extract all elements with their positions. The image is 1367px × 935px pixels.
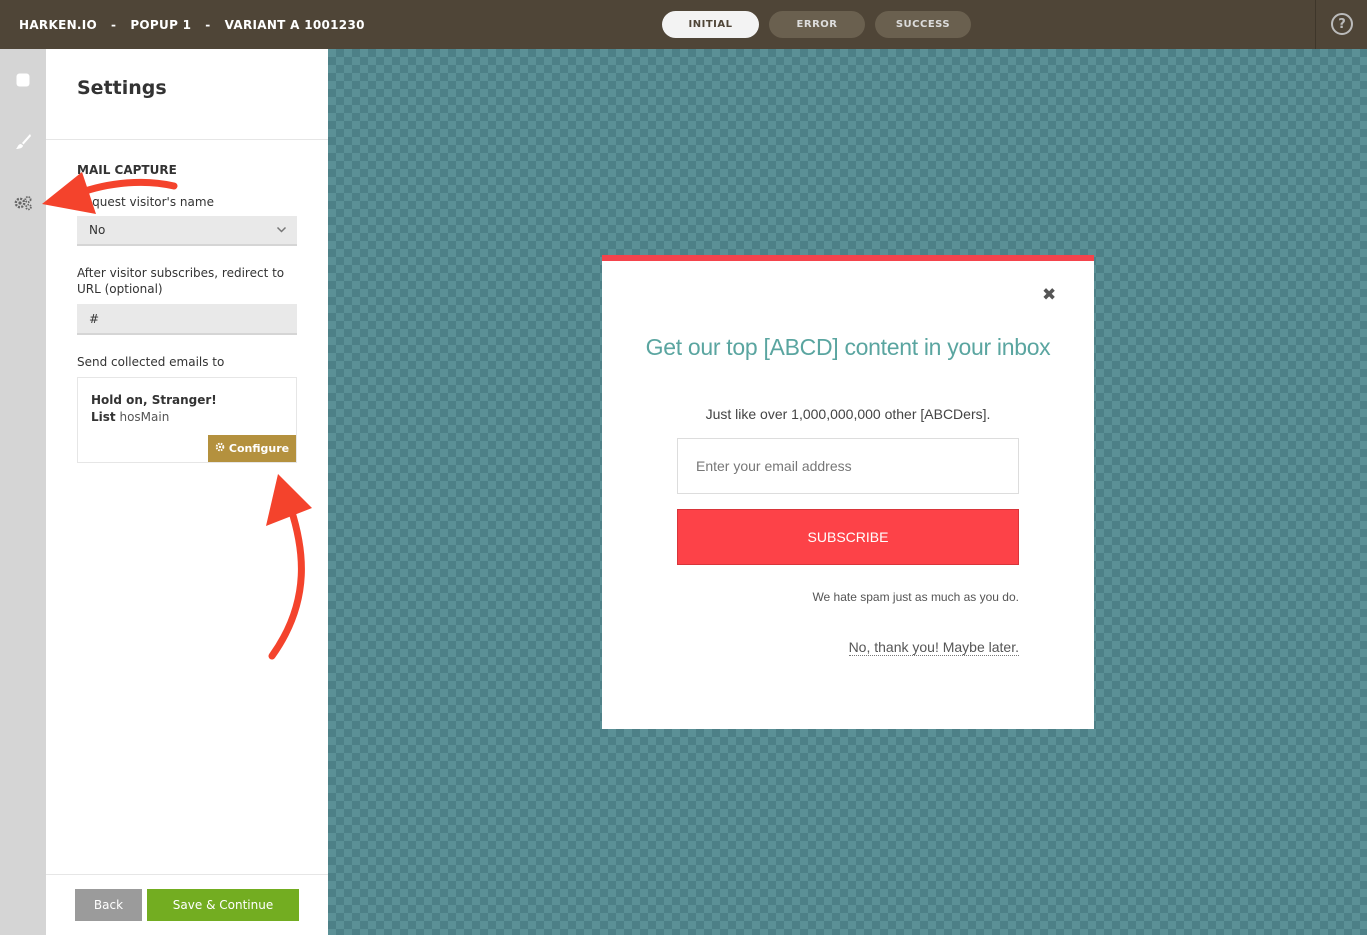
list-card-prefix: List bbox=[91, 410, 116, 424]
top-bar: HARKEN.IO - POPUP 1 - VARIANT A 1001230 … bbox=[0, 0, 1367, 49]
brush-icon[interactable] bbox=[12, 131, 34, 153]
chevron-down-icon bbox=[276, 224, 287, 238]
help-icon[interactable]: ? bbox=[1331, 13, 1353, 35]
popup-preview: ✖ Get our top [ABCD] content in your inb… bbox=[602, 255, 1094, 729]
email-field[interactable] bbox=[677, 438, 1019, 494]
list-card-name: Hold on, Stranger! bbox=[91, 393, 217, 407]
close-icon[interactable]: ✖ bbox=[1042, 285, 1056, 305]
spam-note: We hate spam just as much as you do. bbox=[812, 590, 1019, 604]
state-tabs: INITIAL ERROR SUCCESS bbox=[662, 11, 971, 38]
save-continue-button[interactable]: Save & Continue bbox=[147, 889, 299, 921]
square-icon[interactable] bbox=[12, 69, 34, 91]
breadcrumb: HARKEN.IO - POPUP 1 - VARIANT A 1001230 bbox=[19, 0, 365, 49]
list-card: Hold on, Stranger! List hosMain Configur… bbox=[77, 377, 297, 463]
help-divider bbox=[1315, 0, 1316, 49]
icon-rail bbox=[0, 49, 46, 935]
breadcrumb-separator: - bbox=[205, 17, 211, 32]
popup-headline: Get our top [ABCD] content in your inbox bbox=[645, 334, 1051, 360]
list-card-value: hosMain bbox=[119, 410, 170, 424]
redirect-url-input[interactable] bbox=[77, 304, 297, 335]
request-name-select[interactable]: No bbox=[77, 216, 297, 246]
gear-icon bbox=[215, 442, 225, 455]
gears-icon[interactable] bbox=[12, 192, 34, 214]
tab-initial[interactable]: INITIAL bbox=[662, 11, 759, 38]
subscribe-button[interactable]: SUBSCRIBE bbox=[677, 509, 1019, 565]
request-name-label: Request visitor's name bbox=[77, 195, 214, 209]
tab-error[interactable]: ERROR bbox=[769, 11, 865, 38]
settings-panel: Settings MAIL CAPTURE Request visitor's … bbox=[46, 49, 328, 935]
send-to-label: Send collected emails to bbox=[77, 355, 225, 369]
redirect-label: After visitor subscribes, redirect to UR… bbox=[77, 266, 285, 296]
decline-link[interactable]: No, thank you! Maybe later. bbox=[848, 639, 1019, 656]
panel-title: Settings bbox=[77, 77, 167, 99]
footer-divider bbox=[46, 874, 328, 875]
popup-name-label[interactable]: POPUP 1 bbox=[130, 18, 191, 32]
list-card-line: List hosMain bbox=[91, 410, 169, 424]
back-button[interactable]: Back bbox=[75, 889, 142, 921]
request-name-value: No bbox=[89, 223, 106, 237]
popup-subheadline: Just like over 1,000,000,000 other [ABCD… bbox=[705, 406, 991, 422]
configure-button[interactable]: Configure bbox=[208, 435, 296, 462]
variant-label: VARIANT A 1001230 bbox=[224, 17, 365, 32]
configure-label: Configure bbox=[228, 442, 290, 455]
breadcrumb-separator: - bbox=[111, 17, 117, 32]
tab-success[interactable]: SUCCESS bbox=[875, 11, 971, 38]
brand-label[interactable]: HARKEN.IO bbox=[19, 18, 97, 32]
panel-divider bbox=[46, 139, 328, 140]
section-label-mail-capture: MAIL CAPTURE bbox=[77, 163, 177, 177]
